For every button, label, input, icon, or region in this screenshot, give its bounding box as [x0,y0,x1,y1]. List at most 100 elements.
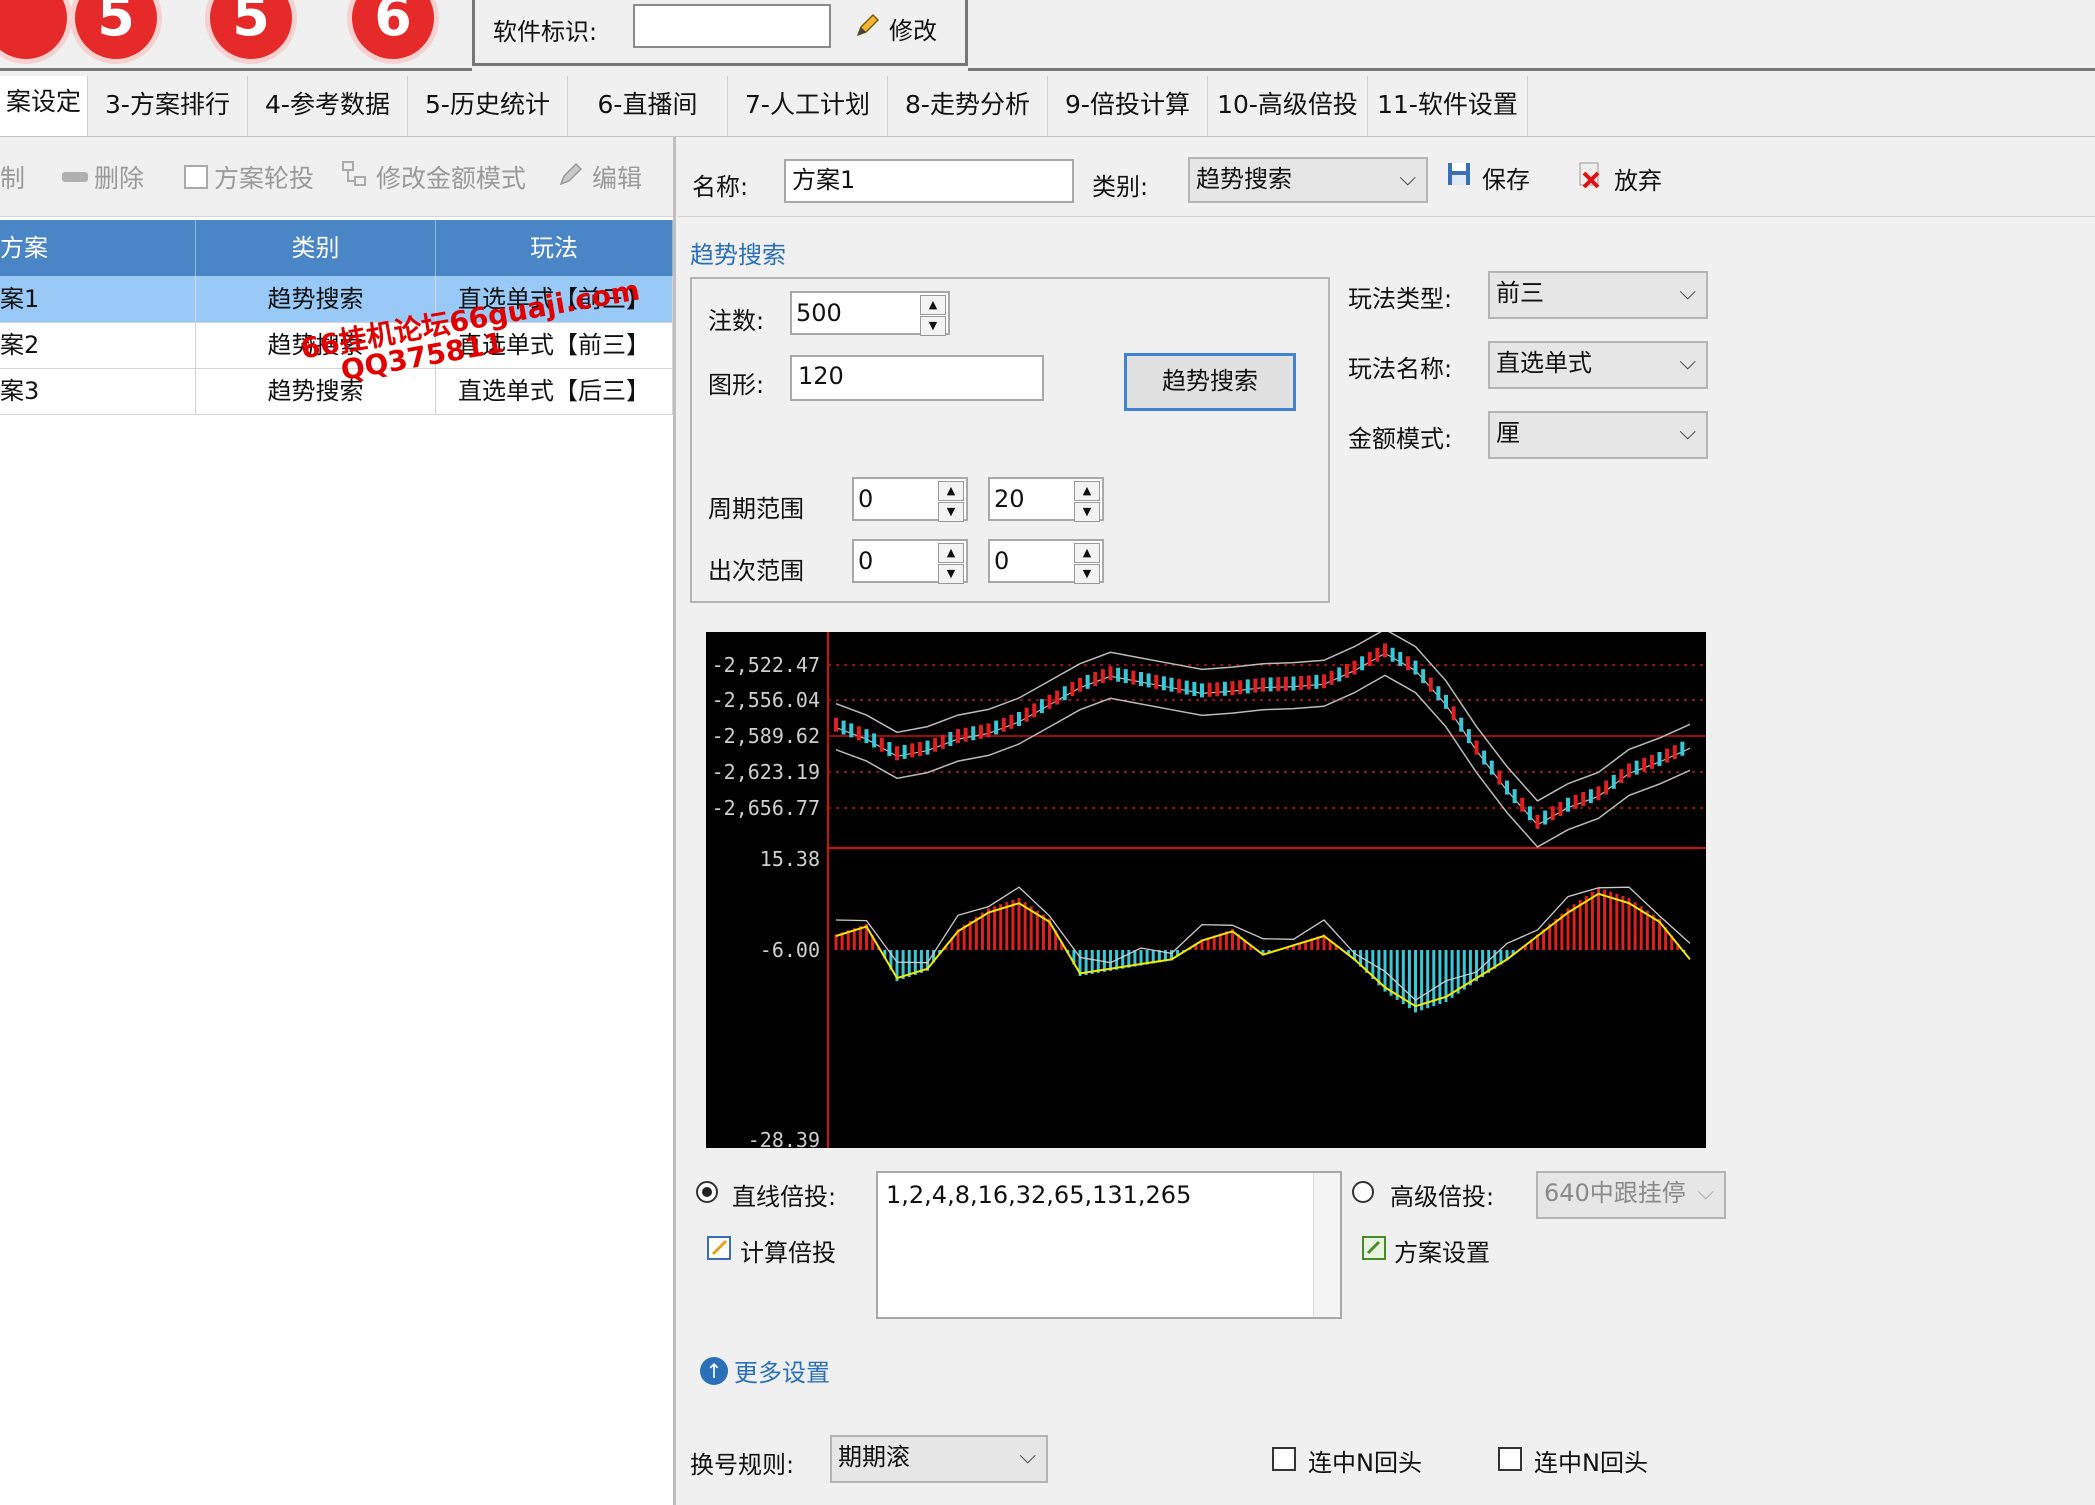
histogram-bar [1023,902,1027,950]
section-title: 趋势搜索 [690,241,786,269]
advanced-multiplier-value: 640中跟挂停 [1544,1179,1686,1207]
candle-bar [1177,679,1182,694]
tab-advanced-multiplier[interactable]: 10-高级倍投 [1208,76,1368,136]
minus-icon [62,172,88,182]
arrow-up-icon[interactable]: ▲ [1074,543,1100,563]
period-to-spinner[interactable]: 20 ▲ ▼ [988,477,1104,522]
table-row[interactable]: 案3 趋势搜索 直选单式【后三】 [0,368,673,415]
candle-bar [1055,690,1060,705]
tree-icon [340,159,370,195]
play-name-value: 直选单式 [1496,349,1592,377]
histogram-bar [1597,887,1600,950]
hits-to-value: 0 [994,547,1010,575]
arrow-down-icon[interactable]: ▼ [1074,502,1100,522]
tab-manual-plan[interactable]: 7-人工计划 [728,76,888,136]
histogram-bar [1590,891,1594,950]
bets-label: 注数: [708,307,765,335]
edit-button[interactable]: 编辑 [556,159,642,195]
candle-bar [1489,760,1494,775]
histogram-bar [1005,902,1009,950]
candle-bar [834,717,838,732]
shape-input[interactable]: 120 [790,355,1044,401]
candle-bar [1428,677,1433,692]
delete-label: 删除 [94,164,145,193]
arrow-down-icon[interactable]: ▼ [1074,564,1100,584]
arrow-down-icon[interactable]: ▼ [920,316,946,336]
tab-live[interactable]: 6-直播间 [568,76,728,136]
modify-label: 修改 [889,16,937,45]
play-type-select[interactable]: 前三 ⌵ [1488,271,1708,319]
more-settings-link[interactable]: ↑ 更多设置 [700,1353,830,1388]
calc-multiplier-button[interactable]: 计算倍投 [706,1233,836,1268]
lower-band-line [835,674,1691,848]
upper-band-line [835,628,1691,802]
tab-scheme-ranking[interactable]: 3-方案排行 [88,76,248,136]
modify-button[interactable]: 修改 [853,8,937,48]
y-tick-label: 15.38 [760,847,820,871]
period-from-spinner[interactable]: 0 ▲ ▼ [852,477,968,522]
trend-search-button[interactable]: 趋势搜索 [1124,353,1296,411]
tab-reference-data[interactable]: 4-参考数据 [248,76,408,136]
chevron-down-icon: ⌵ [1697,1180,1714,1205]
bets-spinner[interactable]: 500 ▲ ▼ [790,291,950,336]
grid-header-play[interactable]: 玩法 [436,220,673,276]
play-name-select[interactable]: 直选单式 ⌵ [1488,341,1708,389]
spinner-arrows[interactable]: ▲ ▼ [920,295,946,336]
arrow-down-icon[interactable]: ▼ [938,564,964,584]
histogram-bar [1035,910,1039,950]
money-mode-button[interactable]: 修改金额模式 [340,159,526,195]
linear-multiplier-radio[interactable] [696,1181,718,1203]
cell-scheme: 案3 [0,368,196,414]
arrow-up-icon[interactable]: ▲ [938,543,964,563]
spinner-arrows[interactable]: ▲ ▼ [938,481,964,522]
arrow-down-icon[interactable]: ▼ [938,502,964,522]
name-label: 名称: [692,173,749,201]
chevron-down-icon: ⌵ [1679,420,1696,445]
spinner-arrows[interactable]: ▲ ▼ [1074,481,1100,522]
delete-button[interactable]: 删除 [62,159,144,195]
play-type-value: 前三 [1496,279,1544,307]
candle-bar [1535,814,1540,829]
category-select[interactable]: 趋势搜索 ⌵ [1188,157,1428,203]
tab-trend-analysis[interactable]: 8-走势分析 [888,76,1048,136]
candle-bar [1169,677,1174,692]
histogram-bar [1084,950,1088,975]
scheme-settings-button[interactable]: 方案设置 [1360,1233,1490,1268]
discard-button[interactable]: 放弃 [1574,159,1662,197]
candle-bar [1253,678,1258,693]
textarea-scrollbar[interactable] [1313,1173,1340,1317]
tab-scheme-settings[interactable]: 案设定 [0,76,88,136]
hits-from-spinner[interactable]: 0 ▲ ▼ [852,539,968,584]
consecutive-checkbox-2[interactable] [1498,1447,1522,1471]
grid-header-scheme[interactable]: 方案 [0,220,196,276]
name-input[interactable]: 方案1 [784,159,1074,203]
money-mode-select[interactable]: 厘 ⌵ [1488,411,1708,459]
software-id-input[interactable] [633,4,831,48]
spinner-arrows[interactable]: ▲ ▼ [938,543,964,584]
hits-to-spinner[interactable]: 0 ▲ ▼ [988,539,1104,584]
advanced-multiplier-select[interactable]: 640中跟挂停 ⌵ [1536,1171,1726,1219]
candle-bar [1017,712,1021,726]
switch-rule-select[interactable]: 期期滚 ⌵ [830,1435,1048,1483]
tab-history-stats[interactable]: 5-历史统计 [408,76,568,136]
arrow-up-icon[interactable]: ▲ [920,295,946,315]
linear-multiplier-textarea[interactable]: 1,2,4,8,16,32,65,131,265 [876,1171,1342,1319]
arrow-up-icon[interactable]: ▲ [1074,481,1100,501]
tab-software-settings[interactable]: 11-软件设置 [1368,76,1528,136]
tab-multiplier-calc[interactable]: 9-倍投计算 [1048,76,1208,136]
rotate-checkbox[interactable]: 方案轮投 [184,159,314,195]
rotate-checkbox-box[interactable] [184,165,208,189]
candle-bar [994,720,999,735]
histogram-bar [1426,950,1430,1009]
copy-button[interactable]: 制 [0,159,25,195]
advanced-multiplier-radio[interactable] [1352,1181,1374,1203]
consecutive-checkbox-1[interactable] [1272,1447,1296,1471]
candle-bar [1680,741,1685,756]
spinner-arrows[interactable]: ▲ ▼ [1074,543,1100,584]
save-button[interactable]: 保存 [1444,159,1530,195]
arrow-up-icon[interactable]: ▲ [938,481,964,501]
play-name-label: 玩法名称: [1348,355,1453,383]
software-id-label: 软件标识: [493,18,598,46]
candle-bar [864,729,869,744]
grid-header-category[interactable]: 类别 [196,220,436,276]
